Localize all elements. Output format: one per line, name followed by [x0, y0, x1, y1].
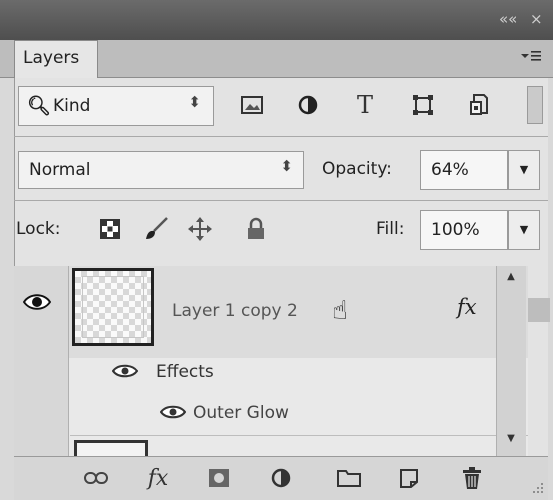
hand-cursor-icon: ☝ [332, 296, 348, 326]
type-layer-filter-icon[interactable]: T [350, 90, 380, 120]
select-arrows-icon: ⬍ [280, 157, 293, 175]
link-layers-icon[interactable] [80, 462, 112, 494]
filter-kind-select[interactable]: 🔍︎ Kind ⬍ [18, 86, 214, 126]
effects-visibility-eye-icon[interactable] [111, 363, 139, 383]
add-layer-style-icon[interactable]: fx [142, 462, 174, 494]
new-layer-icon[interactable] [393, 462, 425, 494]
panel-title-bar: «« × [0, 0, 553, 42]
pixel-layer-filter-icon[interactable] [237, 90, 267, 120]
close-panel-icon[interactable]: × [530, 10, 543, 28]
lock-all-icon[interactable] [240, 213, 272, 245]
add-mask-icon[interactable] [203, 462, 235, 494]
fill-input[interactable]: 100% [420, 210, 508, 250]
resize-grip-icon[interactable] [530, 480, 546, 496]
fill-slider-dropdown[interactable]: ▼ [508, 210, 540, 250]
divider [14, 136, 548, 137]
filter-toggle-switch[interactable] [527, 86, 543, 124]
layer-effects-fx-icon[interactable]: fx [457, 295, 477, 319]
lock-transparent-pixels-icon[interactable] [94, 213, 126, 245]
lock-label: Lock: [16, 219, 61, 239]
effects-row[interactable] [70, 358, 528, 394]
tab-layers[interactable]: Layers [14, 40, 98, 79]
layer-list-scrollbar[interactable] [496, 266, 526, 456]
collapse-panel-icon[interactable]: «« [499, 10, 517, 28]
lock-position-icon[interactable] [184, 213, 216, 245]
chevron-down-icon: ▼ [519, 223, 529, 236]
outer-glow-label: Outer Glow [193, 403, 289, 423]
layer-thumbnail-frame [82, 276, 144, 338]
opacity-label: Opacity: [322, 159, 392, 179]
shape-layer-filter-icon[interactable] [408, 90, 438, 120]
opacity-slider-dropdown[interactable]: ▼ [508, 150, 540, 190]
blend-mode-select[interactable]: Normal ⬍ [18, 151, 304, 189]
lock-image-pixels-icon[interactable] [140, 213, 172, 245]
effect-row-outer-glow[interactable] [70, 396, 528, 436]
fill-label: Fill: [376, 219, 405, 239]
panel-menu-icon[interactable] [517, 47, 545, 69]
blend-mode-value: Normal [29, 160, 91, 180]
chevron-down-icon: ▼ [519, 163, 529, 176]
filter-kind-label: Kind [53, 96, 91, 116]
scroll-up-arrow-icon[interactable]: ▲ [496, 266, 526, 288]
scroll-thumb[interactable] [528, 298, 550, 322]
outer-glow-visibility-eye-icon[interactable] [159, 404, 187, 424]
new-group-icon[interactable] [333, 462, 365, 494]
delete-layer-icon[interactable] [456, 462, 488, 494]
select-arrows-icon: ⬍ [188, 93, 201, 111]
divider [14, 200, 548, 201]
effects-label: Effects [156, 362, 214, 382]
layer-visibility-eye-icon[interactable] [22, 292, 52, 316]
adjustment-layer-filter-icon[interactable] [293, 90, 323, 120]
scroll-down-arrow-icon[interactable]: ▼ [496, 430, 526, 452]
new-adjustment-layer-icon[interactable] [265, 462, 297, 494]
opacity-input[interactable]: 64% [420, 150, 508, 190]
layer-name[interactable]: Layer 1 copy 2 [172, 301, 298, 321]
search-icon: 🔍︎ [27, 95, 52, 117]
tab-layers-label: Layers [23, 48, 80, 68]
smart-object-filter-icon[interactable] [464, 90, 494, 120]
